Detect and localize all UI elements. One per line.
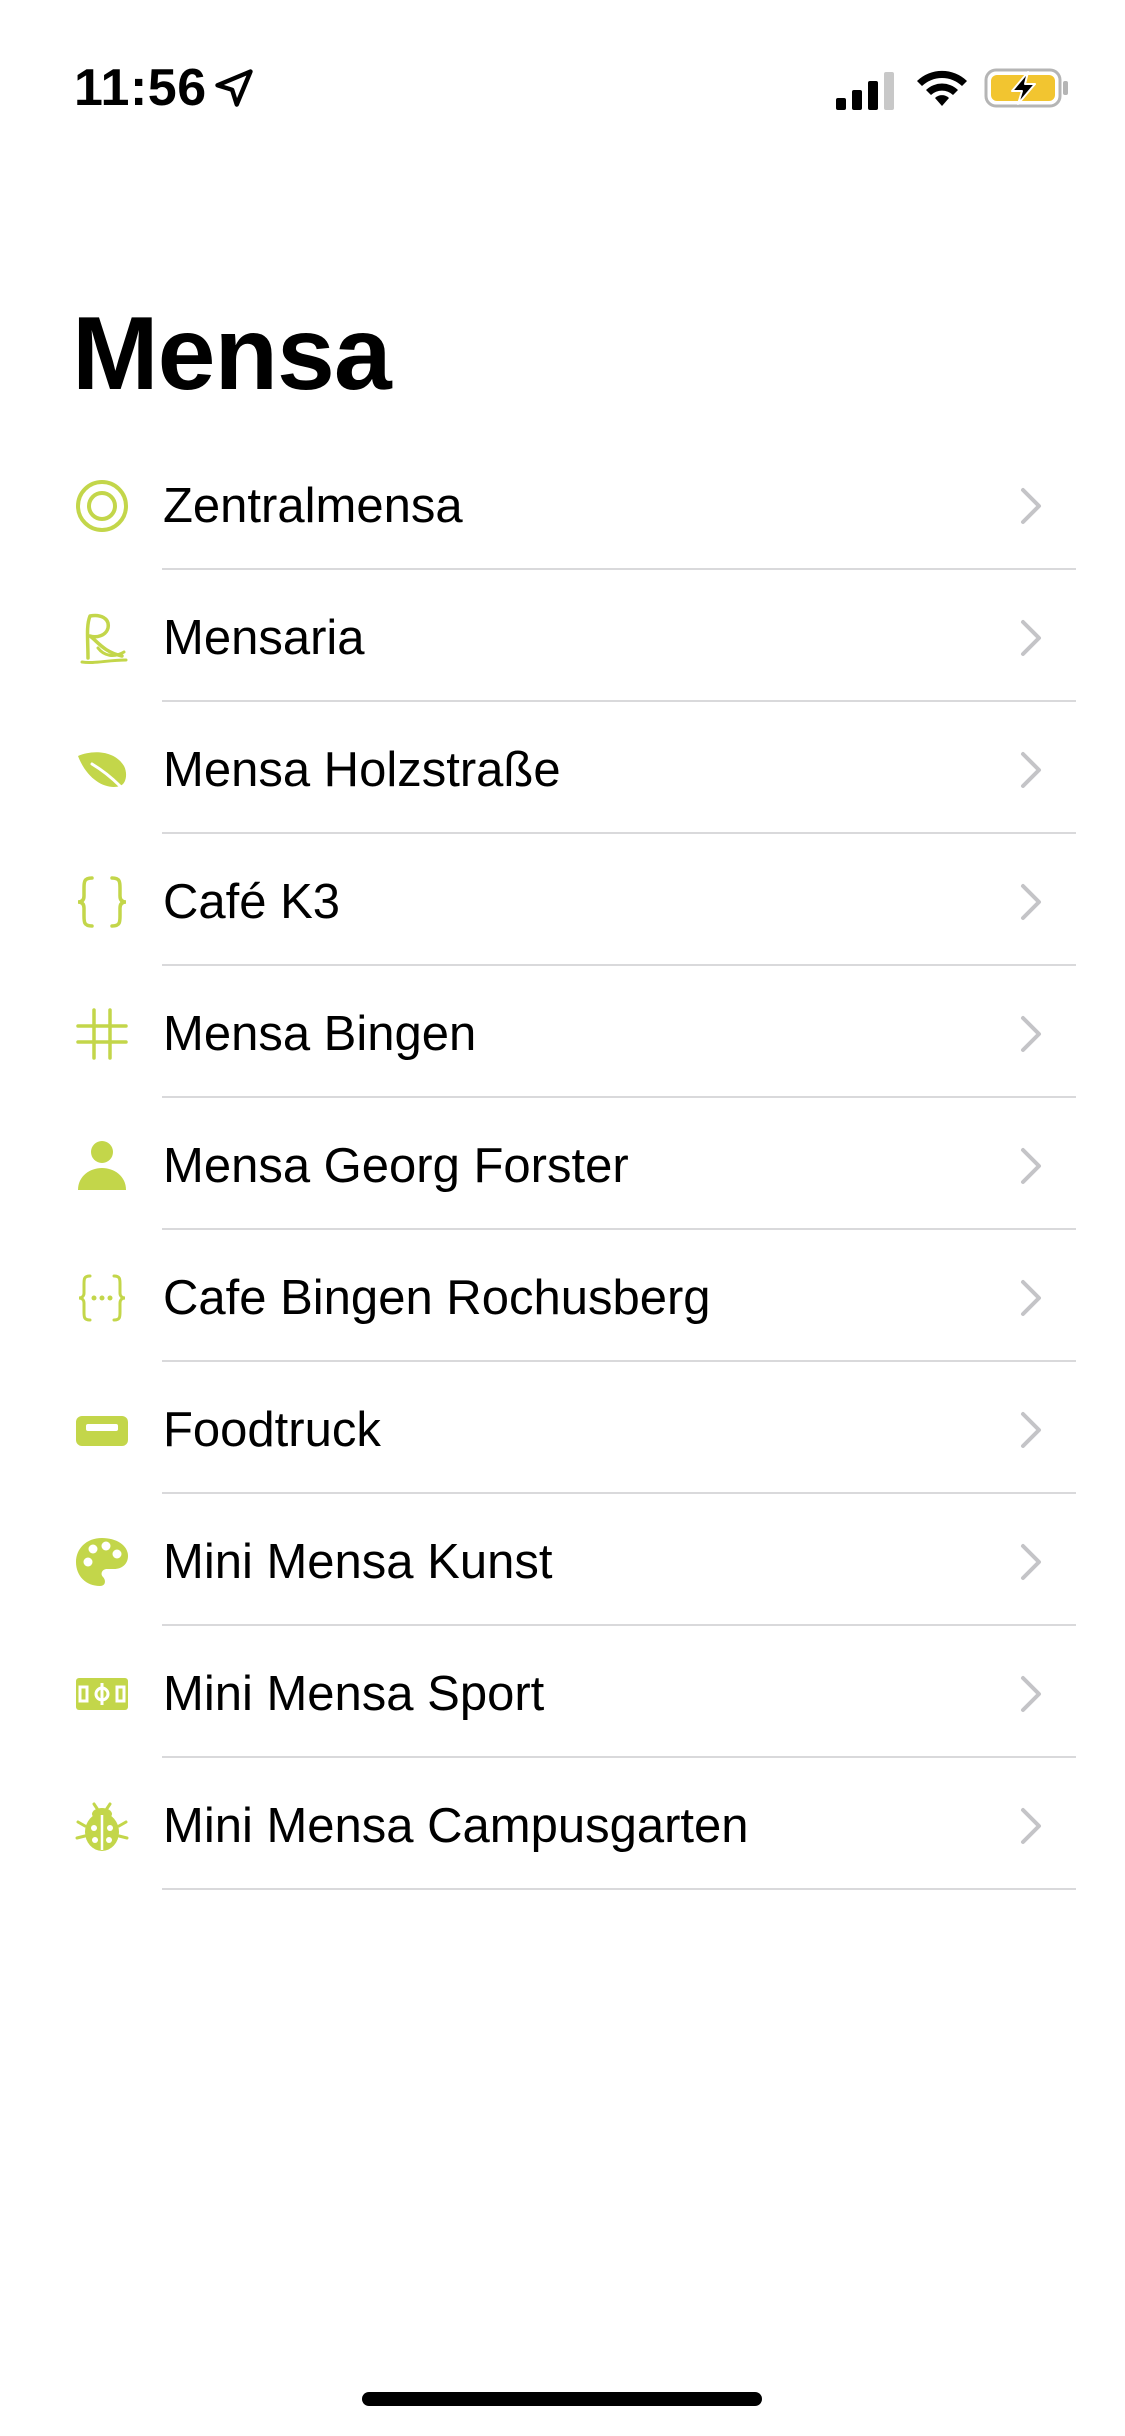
chevron-right-icon [1021, 1016, 1041, 1052]
sports-field-icon [74, 1666, 130, 1722]
list-item-label: Cafe Bingen Rochusberg [163, 1271, 711, 1325]
chevron-right-icon [1021, 620, 1041, 656]
list-item-mini-mensa-kunst[interactable]: Mini Mensa Kunst [0, 1494, 1125, 1626]
list-item-label: Foodtruck [163, 1403, 381, 1457]
curly-braces-dots-icon [74, 1270, 130, 1326]
chevron-right-icon [1021, 488, 1041, 524]
wifi-icon [917, 70, 967, 106]
chevron-right-icon [1021, 1676, 1041, 1712]
list-item-foodtruck[interactable]: Foodtruck [0, 1362, 1125, 1494]
list-item-zentralmensa[interactable]: Zentralmensa [0, 438, 1125, 570]
list-item-label: Mensaria [163, 611, 365, 665]
leaf-icon [74, 742, 130, 798]
mensaria-logo-icon [74, 610, 130, 666]
list-item-label: Zentralmensa [163, 479, 463, 533]
chevron-right-icon [1021, 1544, 1041, 1580]
ladybug-icon [74, 1798, 130, 1854]
chevron-right-icon [1021, 752, 1041, 788]
list-item-mini-mensa-campusgarten[interactable]: Mini Mensa Campusgarten [0, 1758, 1125, 1890]
list-item-label: Mini Mensa Campusgarten [163, 1799, 749, 1853]
target-icon [74, 478, 130, 534]
list-item-mensa-holzstrasse[interactable]: Mensa Holzstraße [0, 702, 1125, 834]
row-separator [162, 1888, 1076, 1890]
list-item-mini-mensa-sport[interactable]: Mini Mensa Sport [0, 1626, 1125, 1758]
list-item-cafe-k3[interactable]: Café K3 [0, 834, 1125, 966]
location-arrow-icon [215, 69, 253, 107]
chevron-right-icon [1021, 1280, 1041, 1316]
list-item-mensaria[interactable]: Mensaria [0, 570, 1125, 702]
person-icon [74, 1138, 130, 1194]
truck-icon [74, 1402, 130, 1458]
curly-braces-icon [74, 874, 130, 930]
list-item-label: Mensa Holzstraße [163, 743, 561, 797]
hashtag-icon [74, 1006, 130, 1062]
mensa-list: Zentralmensa Mensaria Mensa Holzstraße C… [0, 438, 1125, 1890]
list-item-label: Mensa Georg Forster [163, 1139, 629, 1193]
list-item-label: Mensa Bingen [163, 1007, 477, 1061]
list-item-label: Café K3 [163, 875, 341, 929]
list-item-label: Mini Mensa Kunst [163, 1535, 553, 1589]
list-item-label: Mini Mensa Sport [163, 1667, 545, 1721]
palette-icon [74, 1534, 130, 1590]
chevron-right-icon [1021, 1808, 1041, 1844]
list-item-cafe-bingen-rochusberg[interactable]: Cafe Bingen Rochusberg [0, 1230, 1125, 1362]
list-item-mensa-georg-forster[interactable]: Mensa Georg Forster [0, 1098, 1125, 1230]
chevron-right-icon [1021, 1148, 1041, 1184]
home-indicator[interactable] [362, 2392, 762, 2406]
battery-charging-icon [984, 68, 1068, 108]
chevron-right-icon [1021, 884, 1041, 920]
status-time: 11:56 [74, 59, 207, 117]
page-title: Mensa [72, 296, 392, 412]
cellular-signal-icon [836, 72, 894, 110]
list-item-mensa-bingen[interactable]: Mensa Bingen [0, 966, 1125, 1098]
status-bar: 11:56 [0, 0, 1125, 140]
chevron-right-icon [1021, 1412, 1041, 1448]
